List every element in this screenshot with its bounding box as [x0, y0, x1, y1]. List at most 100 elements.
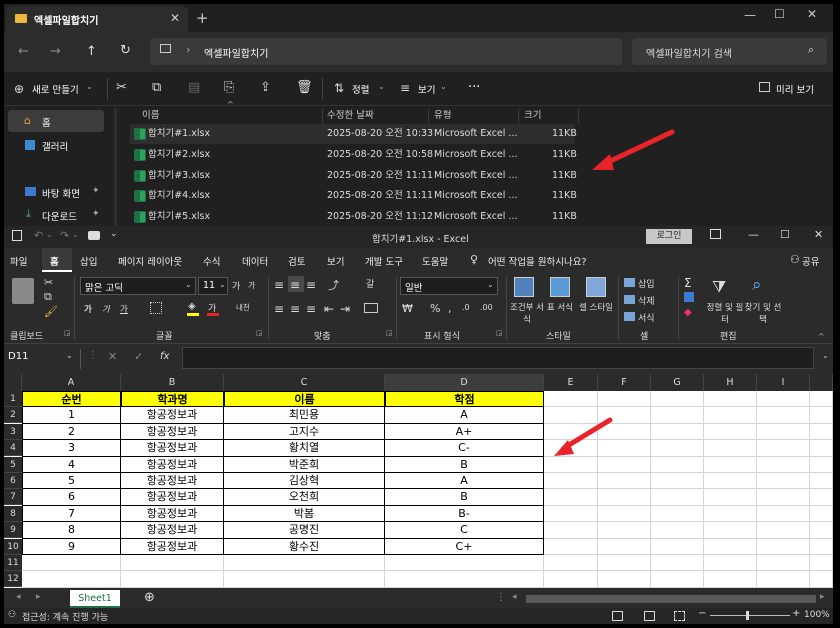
dialog-launcher-icon[interactable]: ◲ [256, 329, 263, 337]
empty-cell[interactable] [704, 522, 757, 539]
paste-icon[interactable]: ▤ [188, 81, 200, 95]
table-cell[interactable]: 박봄 [224, 505, 385, 523]
rename-icon[interactable]: ⎘ [224, 81, 234, 95]
dialog-launcher-icon[interactable]: ◲ [64, 329, 71, 337]
tab-help[interactable]: 도움말 [422, 254, 448, 268]
table-cell[interactable]: 항공정보과 [121, 407, 224, 424]
accessibility-status[interactable]: 접근성: 계속 진행 가능 [22, 610, 108, 623]
font-size-select[interactable]: 11 ⌄ [198, 277, 228, 295]
empty-cell[interactable] [704, 423, 757, 441]
table-header-cell[interactable]: 학점 [385, 391, 544, 408]
row-header[interactable]: 6 [4, 473, 22, 489]
table-cell[interactable]: C [385, 522, 544, 539]
horizontal-scrollbar[interactable] [526, 595, 816, 603]
table-header-cell[interactable]: 이름 [224, 391, 385, 408]
table-cell[interactable]: 7 [22, 505, 121, 523]
empty-cell[interactable] [704, 571, 757, 588]
new-button[interactable]: 새로 만들기 [32, 82, 79, 96]
empty-cell[interactable] [704, 440, 757, 457]
empty-cell[interactable] [757, 391, 810, 408]
autosum-icon[interactable]: Σ [684, 276, 692, 290]
table-cell[interactable]: 항공정보과 [121, 423, 224, 441]
column-header-name[interactable]: 이름 [142, 106, 159, 126]
table-cell[interactable]: A [385, 473, 544, 490]
row-header[interactable]: 10 [4, 538, 22, 555]
percent-icon[interactable]: % [430, 302, 440, 315]
preview-button[interactable]: 미리 보기 [776, 82, 814, 96]
table-cell[interactable]: B [385, 489, 544, 506]
empty-cell[interactable] [757, 440, 810, 457]
pin-icon[interactable]: ✦ [92, 209, 100, 219]
sort-button[interactable]: 정렬 [352, 82, 369, 96]
empty-cell[interactable] [810, 456, 833, 473]
empty-cell[interactable] [22, 571, 121, 588]
increase-decimal-icon[interactable]: .0 [462, 303, 470, 312]
table-cell[interactable]: 공명진 [224, 522, 385, 539]
customize-toolbar-icon[interactable]: ⌄ [110, 229, 118, 239]
empty-cell[interactable] [651, 555, 704, 572]
italic-icon[interactable]: 가 [102, 303, 110, 315]
pane-divider[interactable] [114, 108, 117, 226]
formula-input[interactable] [182, 347, 814, 369]
table-cell[interactable]: 2 [22, 423, 121, 441]
empty-cell[interactable] [544, 555, 598, 572]
cut-icon[interactable]: ✂ [116, 81, 127, 95]
find-select-button[interactable]: 찾기 및 선택 [744, 302, 782, 326]
dialog-launcher-icon[interactable]: ◲ [496, 329, 503, 337]
close-tab-icon[interactable]: ✕ [170, 11, 180, 25]
minimize-icon[interactable]: — [748, 228, 759, 241]
empty-cell[interactable] [598, 391, 651, 408]
save-icon[interactable] [12, 230, 22, 241]
table-cell[interactable]: 김상혁 [224, 473, 385, 490]
format-cells-button[interactable]: 서식 [638, 311, 655, 324]
scroll-left-icon[interactable]: ◂ [512, 592, 517, 602]
align-bottom-icon[interactable]: ≡ [306, 278, 316, 292]
table-cell[interactable]: 3 [22, 440, 121, 457]
share-icon[interactable]: ⇪ [260, 81, 271, 95]
table-cell[interactable]: 박준희 [224, 456, 385, 473]
row-header[interactable]: 7 [4, 489, 22, 506]
table-cell[interactable]: 최민용 [224, 407, 385, 424]
column-header-type[interactable]: 유형 [434, 106, 451, 126]
table-cell[interactable]: 항공정보과 [121, 505, 224, 523]
comma-icon[interactable]: , [448, 302, 452, 315]
empty-cell[interactable] [224, 555, 385, 572]
empty-cell[interactable] [810, 571, 833, 588]
zoom-in-icon[interactable]: + [792, 608, 800, 619]
more-icon[interactable]: ··· [468, 80, 480, 95]
maximize-icon[interactable]: ☐ [780, 228, 790, 241]
empty-cell[interactable] [651, 456, 704, 473]
empty-cell[interactable] [544, 473, 598, 490]
align-right-icon[interactable]: ≡ [306, 302, 316, 316]
table-cell[interactable]: 고지수 [224, 423, 385, 441]
file-row[interactable]: 합치기#4.xlsx 2025-08-20 오전 11:11 Microsoft… [130, 186, 577, 206]
column-header[interactable]: E [544, 374, 598, 391]
row-header[interactable]: 4 [4, 440, 22, 457]
empty-cell[interactable] [757, 489, 810, 506]
worksheet-grid[interactable]: A B C D E F G H I 1 2 3 4 5 6 7 8 9 10 11 12 순번 학과명 이… [4, 374, 833, 588]
paste-icon[interactable] [12, 278, 34, 304]
tell-me-search[interactable]: 어떤 작업을 원하시나요? [488, 254, 586, 268]
sidebar-item-desktop[interactable]: 바탕 화면 [42, 186, 80, 200]
table-cell[interactable]: 황치열 [224, 440, 385, 457]
empty-cell[interactable] [598, 522, 651, 539]
search-icon[interactable]: ⌕ [808, 43, 814, 57]
empty-cell[interactable] [544, 522, 598, 539]
search-box[interactable]: 엑셀파일합치기 검색 ⌕ [632, 38, 827, 65]
empty-cell[interactable] [810, 391, 833, 408]
login-button[interactable]: 로그인 [646, 229, 692, 244]
insert-function-icon[interactable]: fx [160, 351, 169, 362]
empty-cell[interactable] [810, 505, 833, 523]
column-header[interactable]: B [121, 374, 224, 391]
clear-icon[interactable]: ◆ [684, 307, 692, 318]
table-cell[interactable]: 5 [22, 473, 121, 490]
sheet-tab[interactable]: Sheet1 [70, 590, 120, 608]
empty-cell[interactable] [651, 440, 704, 457]
table-cell[interactable]: 항공정보과 [121, 473, 224, 490]
column-divider[interactable] [428, 108, 429, 124]
empty-cell[interactable] [598, 489, 651, 506]
table-cell[interactable]: B [385, 456, 544, 473]
new-tab-icon[interactable]: + [196, 9, 209, 27]
empty-cell[interactable] [651, 489, 704, 506]
empty-cell[interactable] [121, 555, 224, 572]
